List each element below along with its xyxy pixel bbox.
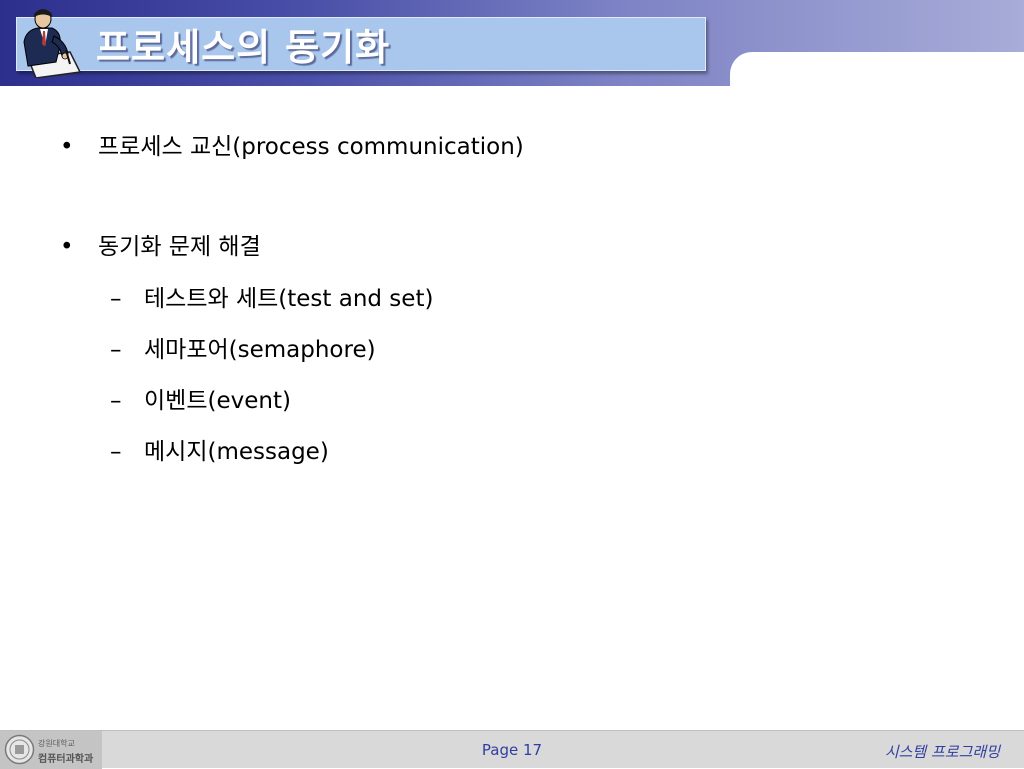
- slide-header: 프로세스의 동기화: [0, 0, 1024, 92]
- sub-bullet-text: 세마포어(semaphore): [144, 337, 376, 363]
- slide-title: 프로세스의 동기화: [96, 25, 391, 69]
- sub-bullet-text: 메시지(message): [144, 439, 329, 465]
- sub-bullet-text: 테스트와 세트(test and set): [144, 286, 434, 312]
- person-writing-icon: [23, 9, 82, 78]
- bullet-marker: •: [60, 134, 74, 160]
- slide-content: • 프로세스 교신(process communication) • 동기화 문…: [0, 86, 1024, 728]
- course-name: 시스템 프로그래밍: [884, 743, 1000, 761]
- sub-bullet-marker: –: [110, 337, 122, 363]
- page-number: Page 17: [481, 741, 543, 759]
- slide-footer: 강원대학교 컴퓨터과학과 Page 17 시스템 프로그래밍: [0, 730, 1024, 769]
- bullet-marker: •: [60, 234, 74, 260]
- sub-bullet-text: 이벤트(event): [144, 388, 291, 414]
- bullet-text: 프로세스 교신(process communication): [98, 134, 524, 160]
- sub-bullet-marker: –: [110, 439, 122, 465]
- sub-bullet-marker: –: [110, 286, 122, 312]
- bullet-text: 동기화 문제 해결: [98, 234, 261, 260]
- sub-bullet-marker: –: [110, 388, 122, 414]
